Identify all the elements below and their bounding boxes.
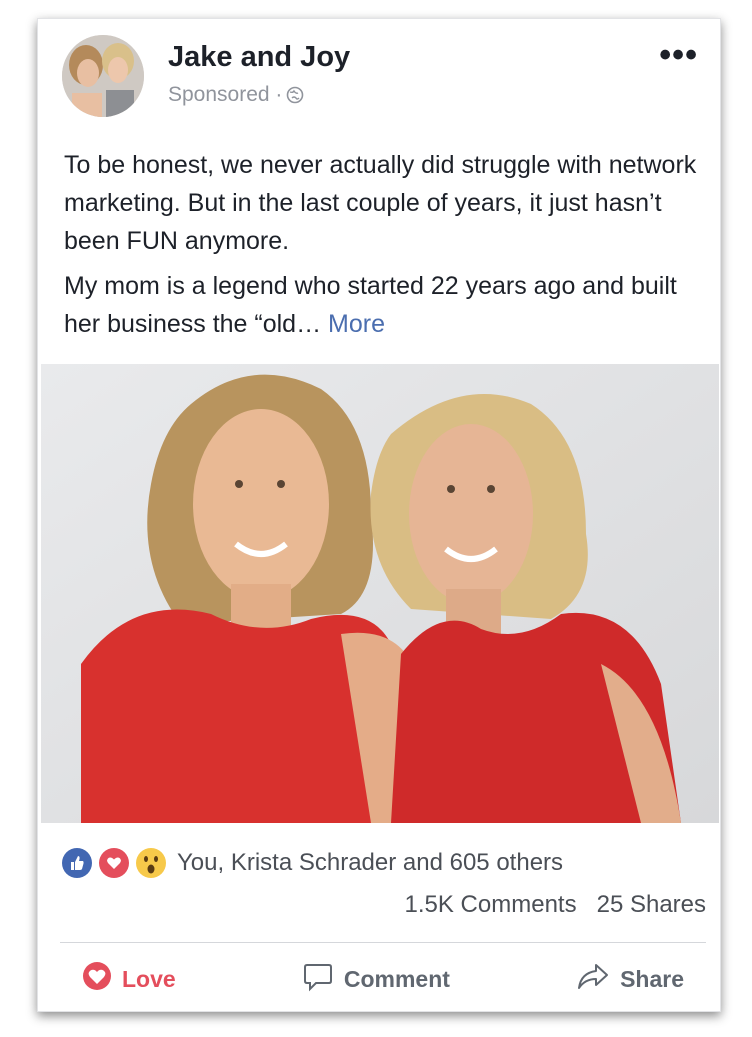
sponsored-post-card: Jake and Joy Sponsored · ••• To be hones… (37, 18, 721, 1012)
share-icon (576, 961, 610, 997)
love-icon (99, 848, 129, 878)
post-paragraph: My mom is a legend who started 22 years … (64, 267, 702, 343)
comment-label: Comment (343, 965, 450, 992)
love-label: Love (122, 965, 176, 992)
page-name[interactable]: Jake and Joy (168, 41, 350, 74)
love-button[interactable]: Love (60, 961, 198, 997)
post-actions: Love Comment Share (60, 959, 706, 999)
comments-count[interactable]: 1.5K Comments (405, 891, 577, 919)
engagement-counts: 1.5K Comments 25 Shares (405, 891, 706, 919)
globe-icon (286, 86, 304, 104)
share-button[interactable]: Share (554, 961, 706, 997)
sponsored-label[interactable]: Sponsored · (168, 83, 282, 107)
post-photo[interactable] (41, 364, 719, 823)
wow-icon (136, 848, 166, 878)
more-options-button[interactable]: ••• (659, 38, 698, 72)
like-icon (62, 848, 92, 878)
reactions-summary[interactable]: You, Krista Schrader and 605 others (62, 845, 706, 881)
post-text: To be honest, we never actually did stru… (64, 146, 702, 350)
see-more-link[interactable]: More (328, 310, 385, 338)
comment-button[interactable]: Comment (280, 960, 472, 998)
comment-icon (302, 960, 334, 998)
divider (60, 942, 706, 943)
share-label: Share (620, 965, 684, 992)
post-paragraph: To be honest, we never actually did stru… (64, 151, 697, 255)
love-reaction-icon (82, 961, 112, 997)
post-meta: Sponsored · (168, 83, 304, 107)
reaction-names[interactable]: You, Krista Schrader and 605 others (177, 849, 563, 877)
shares-count[interactable]: 25 Shares (597, 891, 706, 919)
page-avatar[interactable] (62, 35, 144, 117)
